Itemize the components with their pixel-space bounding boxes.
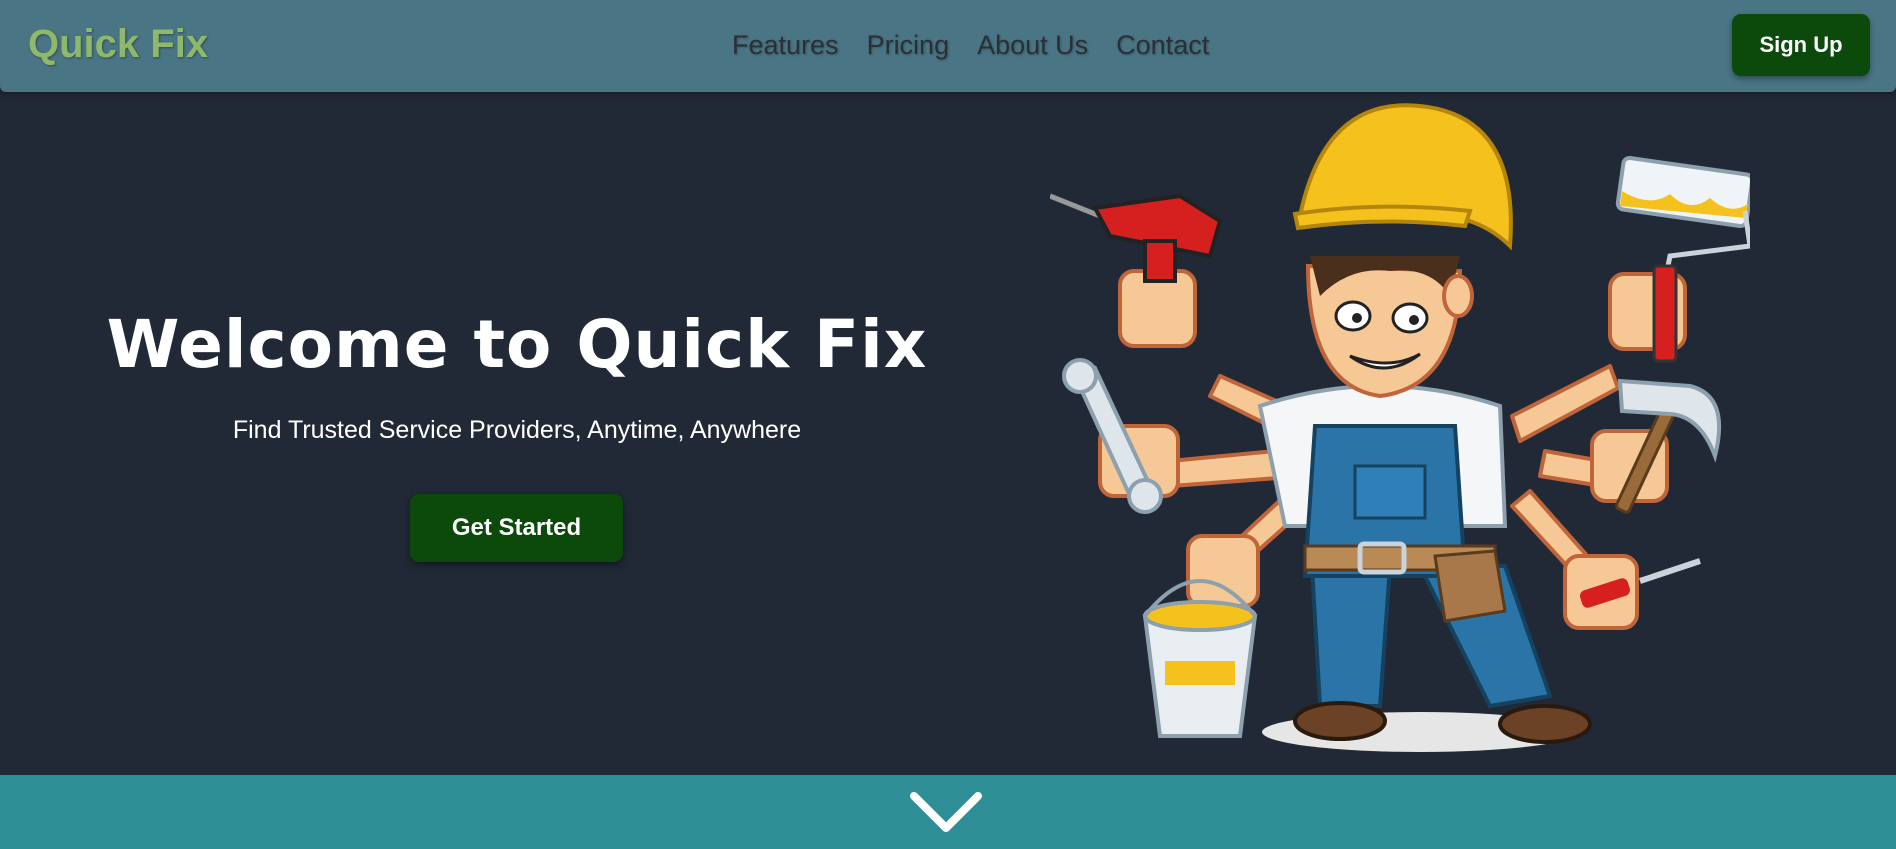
navbar: Quick Fix Features Pricing About Us Cont… <box>0 0 1896 92</box>
brand-logo[interactable]: Quick Fix <box>28 22 208 67</box>
hero-title: Welcome to Quick Fix <box>106 306 928 383</box>
tool-pouch <box>1433 549 1507 623</box>
drill-tool <box>1050 193 1223 283</box>
paint-bucket <box>1142 579 1258 738</box>
nav-link-features[interactable]: Features <box>732 30 839 61</box>
handyman-illustration <box>1050 103 1750 752</box>
ear <box>1442 274 1474 318</box>
chevron-down-icon[interactable] <box>908 790 984 836</box>
overalls-pocket <box>1353 464 1427 520</box>
hero-subtitle: Find Trusted Service Providers, Anytime,… <box>232 416 802 444</box>
nav-link-about-us[interactable]: About Us <box>977 30 1088 61</box>
left-boot <box>1293 701 1387 741</box>
get-started-button[interactable]: Get Started <box>410 494 623 562</box>
left-leg <box>1309 564 1393 708</box>
right-boot <box>1498 704 1592 744</box>
nav-link-pricing[interactable]: Pricing <box>867 30 950 61</box>
sign-up-button[interactable]: Sign Up <box>1732 14 1870 76</box>
nav-links: Features Pricing About Us Contact <box>732 28 1209 62</box>
arm-mid-left <box>1168 449 1280 488</box>
hand-low-left <box>1186 534 1260 608</box>
nav-link-contact[interactable]: Contact <box>1116 30 1209 61</box>
